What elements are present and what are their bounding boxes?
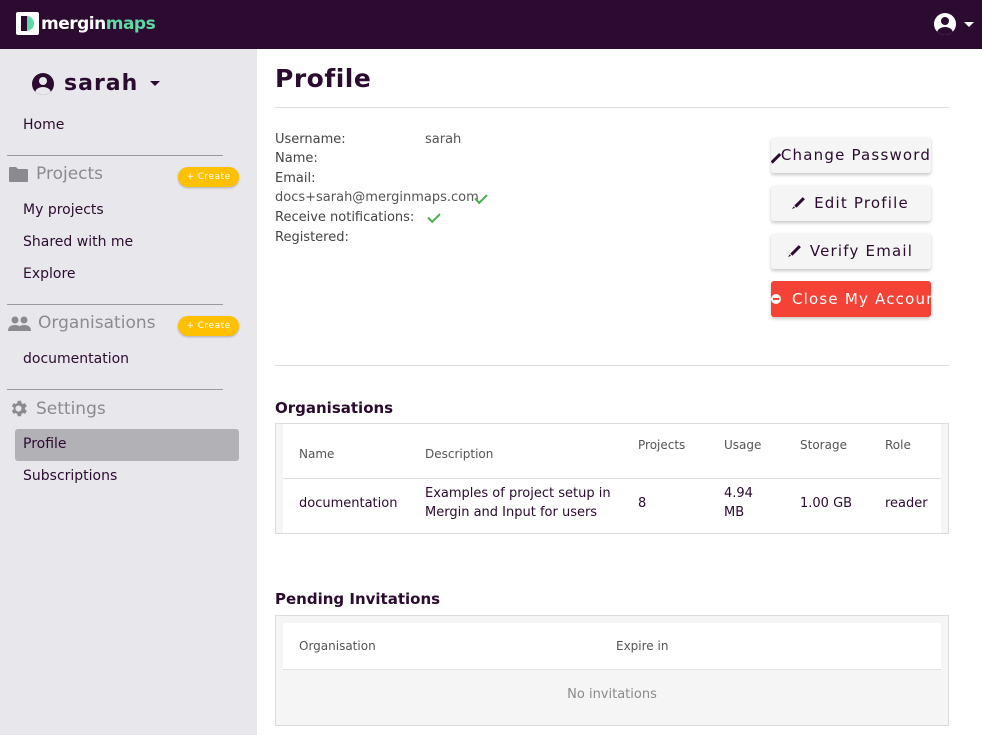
section-divider [275,365,949,366]
account-circle-icon [934,13,956,35]
pending-invitations-title: Pending Invitations [275,590,441,608]
no-invitations-message: No invitations [567,687,657,702]
remove-circle-icon [771,294,781,304]
invitations-table: Organisation Expire in No invitations [275,615,949,726]
sidebar-item-home[interactable]: Home [23,117,64,133]
org-name-cell[interactable]: documentation [299,494,397,513]
column-header-projects[interactable]: Projects [638,438,685,452]
email-label: Email: [275,171,316,186]
sidebar-username: sarah [64,71,139,96]
column-header-storage[interactable]: Storage [800,438,847,452]
caret-down-icon [150,81,161,86]
organisations-table: Name Description Projects Usage Storage … [275,423,949,534]
column-header-organisation[interactable]: Organisation [299,639,376,653]
notifications-check-icon [427,209,441,224]
edit-profile-label: Edit Profile [814,194,909,212]
sidebar-section-settings-label: Settings [36,398,106,419]
page-title: Profile [275,64,372,93]
merginmaps-logo[interactable]: merginmaps [16,12,156,35]
name-label: Name: [275,151,318,166]
caret-down-icon [964,21,974,27]
username-value: sarah [425,132,462,147]
edit-profile-button[interactable]: Edit Profile [771,185,931,221]
sidebar-item-explore[interactable]: Explore [23,266,76,282]
pencil-icon [771,151,775,159]
org-usage-line2: MB [724,505,745,520]
username-label: Username: [275,132,346,147]
column-header-role[interactable]: Role [885,438,911,452]
top-bar: merginmaps [0,0,982,49]
column-header-expire-in[interactable]: Expire in [616,639,668,653]
column-header-usage[interactable]: Usage [724,438,761,452]
sidebar-item-my-projects[interactable]: My projects [23,202,104,218]
sidebar-divider [7,155,223,156]
org-role-cell: reader [885,496,928,511]
title-divider [275,107,949,108]
change-password-label: Change Password [780,146,931,164]
sidebar-item-profile[interactable]: Profile [23,436,67,452]
create-organisation-button[interactable]: + Create [178,316,239,336]
sidebar-section-projects: Projects [8,164,103,184]
logo-text-maps: maps [105,13,156,34]
sidebar-item-subscriptions[interactable]: Subscriptions [23,468,117,484]
table-header-divider [283,669,941,670]
sidebar-user-menu[interactable]: sarah [32,71,161,96]
close-account-label: Close My Account [792,290,931,308]
org-description-line1: Examples of project setup in [425,486,611,501]
sidebar-divider [7,389,223,390]
org-description-line2: Mergin and Input for users [425,505,598,520]
pencil-icon [791,195,807,211]
change-password-button[interactable]: Change Password [771,137,931,173]
create-project-button[interactable]: + Create [178,167,239,187]
sidebar-item-shared-with-me[interactable]: Shared with me [23,234,133,250]
account-circle-icon [32,72,54,95]
folder-icon [9,166,28,182]
sidebar-section-settings: Settings [8,398,106,419]
email-value: docs+sarah@merginmaps.com [275,190,479,205]
table-header-divider [283,478,941,479]
logo-mark-icon [16,12,39,35]
sidebar-section-organisations-label: Organisations [38,313,156,333]
verify-email-label: Verify Email [809,242,914,260]
sidebar-section-organisations: Organisations [8,313,155,333]
registered-label: Registered: [275,230,349,245]
sidebar: sarah Home Projects + Create My projects… [0,49,257,735]
org-storage-cell: 1.00 GB [800,496,853,511]
logo-text-mergin: mergin [41,13,106,34]
column-header-description[interactable]: Description [425,447,493,461]
notifications-label: Receive notifications: [275,210,415,225]
gear-icon [11,400,27,417]
pencil-icon [787,243,803,259]
organisations-title: Organisations [275,399,394,417]
sidebar-divider [7,304,223,305]
org-usage-line1: 4.94 [724,486,753,501]
close-account-button[interactable]: Close My Account [771,281,931,317]
sidebar-section-projects-label: Projects [36,164,104,184]
user-menu-button[interactable] [934,13,974,35]
people-icon [8,316,31,331]
column-header-name[interactable]: Name [299,447,334,461]
sidebar-item-documentation[interactable]: documentation [23,351,129,367]
org-projects-cell: 8 [638,496,647,511]
verify-email-button[interactable]: Verify Email [771,233,931,269]
